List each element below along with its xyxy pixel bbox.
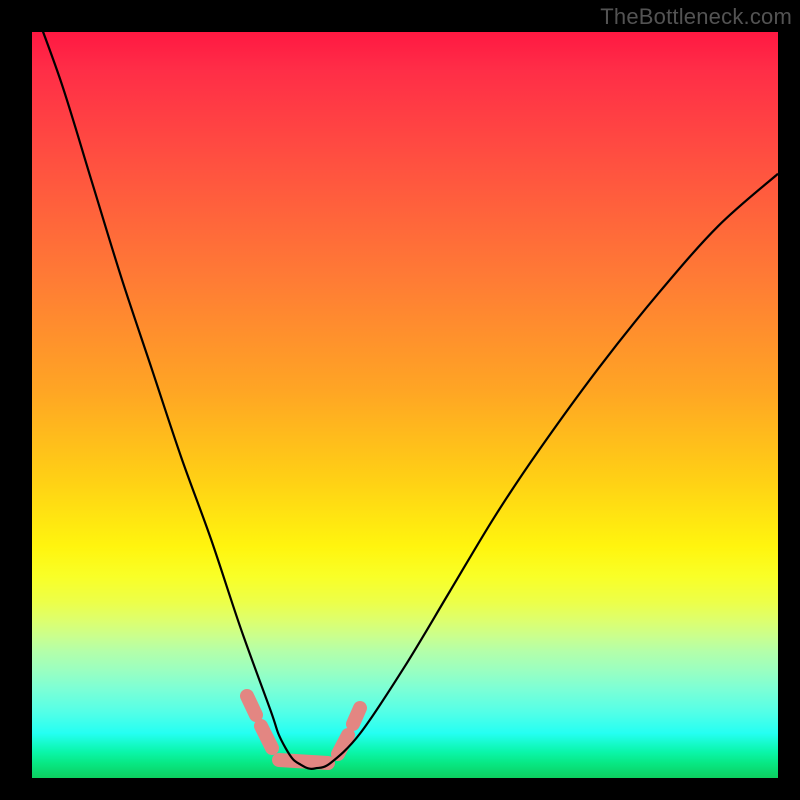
highlight-seg-left-1 [247,696,256,715]
plot-area [32,32,778,778]
highlight-seg-left-2 [261,726,272,748]
bottleneck-curve [32,2,778,769]
watermark-text: TheBottleneck.com [600,4,792,30]
chart-container: TheBottleneck.com [0,0,800,800]
highlight-seg-bottom [279,760,328,763]
highlight-seg-right-2 [353,708,360,724]
curve-svg [32,32,778,778]
